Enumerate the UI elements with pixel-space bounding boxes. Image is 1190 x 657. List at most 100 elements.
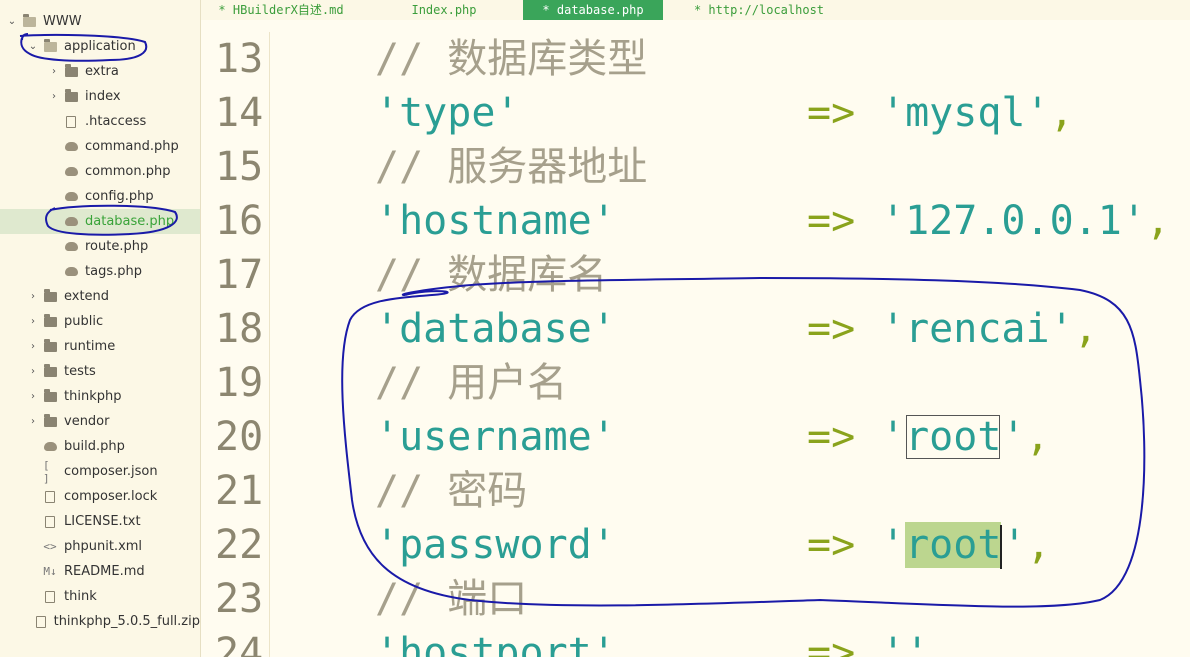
tree-item-index[interactable]: › index bbox=[0, 84, 200, 109]
line-number: 19 bbox=[215, 360, 264, 406]
code-line[interactable]: 19 // 用户名 bbox=[201, 356, 1190, 410]
code-comment: // 端口 bbox=[375, 576, 528, 622]
tree-item-label: LICENSE.txt bbox=[64, 514, 141, 529]
tree-item-license-txt[interactable]: LICENSE.txt bbox=[0, 509, 200, 534]
code-editor[interactable]: 13// 数据库类型 14'type' =>'mysql', 15// 服务器地址 16… bbox=[201, 20, 1190, 657]
tree-item-label: route.php bbox=[85, 239, 149, 254]
tree-item-application[interactable]: ⌄ application bbox=[0, 34, 200, 59]
quote-close: ' bbox=[1001, 414, 1026, 460]
file-icon-shape bbox=[66, 115, 76, 128]
json-file-icon: [ ] bbox=[43, 459, 57, 485]
tab-hbuilderx-readme[interactable]: * HBuilderX自述.md bbox=[201, 0, 361, 20]
folder-open-icon bbox=[22, 13, 36, 29]
config-key: 'password' bbox=[375, 522, 616, 568]
tree-item-database-php[interactable]: database.php bbox=[0, 209, 200, 234]
folder-icon-shape bbox=[43, 388, 57, 402]
tab-localhost[interactable]: * http://localhost bbox=[679, 0, 839, 20]
tree-item-thinkphp-5-0-5-full-zip[interactable]: thinkphp_5.0.5_full.zip bbox=[0, 609, 200, 634]
match-highlight: root bbox=[905, 414, 1002, 460]
arrow-operator: => bbox=[807, 522, 856, 568]
code-line[interactable]: 24 'hostport' => '' bbox=[201, 626, 1190, 657]
code-comment: // 密码 bbox=[375, 468, 528, 514]
folder-icon bbox=[43, 313, 57, 329]
comma: , bbox=[1073, 306, 1098, 352]
tree-item-think[interactable]: think bbox=[0, 584, 200, 609]
chevron-right-icon[interactable]: › bbox=[27, 366, 39, 377]
code-line[interactable]: 16 'hostname' => '127.0.0.1', bbox=[201, 194, 1190, 248]
tree-item-public[interactable]: › public bbox=[0, 309, 200, 334]
code-line[interactable]: 20 'username' => 'root', bbox=[201, 410, 1190, 464]
code-line[interactable]: 21 // 密码 bbox=[201, 464, 1190, 518]
tree-item-www[interactable]: ⌄ WWW bbox=[0, 9, 200, 34]
code-line[interactable]: 22 'password' => 'root', bbox=[201, 518, 1190, 572]
tree-item-runtime[interactable]: › runtime bbox=[0, 334, 200, 359]
chevron-down-icon[interactable]: ⌄ bbox=[6, 16, 18, 27]
folder-icon-shape bbox=[43, 313, 57, 327]
chevron-right-icon[interactable]: › bbox=[27, 291, 39, 302]
folder-icon bbox=[64, 63, 78, 79]
config-value: '127.0.0.1', bbox=[881, 194, 1170, 248]
value-text: '127.0.0.1' bbox=[881, 198, 1146, 244]
tree-item-common-php[interactable]: common.php bbox=[0, 159, 200, 184]
tree-item-extend[interactable]: › extend bbox=[0, 284, 200, 309]
line-number: 15 bbox=[215, 144, 264, 190]
code-line[interactable]: 15 // 服务器地址 bbox=[201, 140, 1190, 194]
chevron-down-icon[interactable]: ⌄ bbox=[27, 41, 39, 52]
chevron-right-icon[interactable]: › bbox=[27, 391, 39, 402]
tree-item-phpunit-xml[interactable]: <> phpunit.xml bbox=[0, 534, 200, 559]
config-value: 'mysql', bbox=[881, 86, 1074, 140]
php-file-icon-shape bbox=[64, 242, 78, 251]
code-comment: // 数据库名 bbox=[375, 252, 608, 298]
code-line[interactable]: 23 // 端口 bbox=[201, 572, 1190, 626]
code-line[interactable]: 17 // 数据库名 bbox=[201, 248, 1190, 302]
file-icon bbox=[35, 615, 46, 629]
tree-item-route-php[interactable]: route.php bbox=[0, 234, 200, 259]
code-comment: // 数据库类型 bbox=[375, 36, 648, 82]
tree-item-command-php[interactable]: command.php bbox=[0, 134, 200, 159]
config-value: '' bbox=[881, 626, 929, 657]
file-icon bbox=[43, 515, 57, 529]
tree-item-extra[interactable]: › extra bbox=[0, 59, 200, 84]
tree-item-label: common.php bbox=[85, 164, 171, 179]
chevron-right-icon[interactable]: › bbox=[48, 91, 60, 102]
tree-item-label: WWW bbox=[43, 14, 82, 29]
tree-item-label: public bbox=[64, 314, 104, 329]
tab-index-php[interactable]: Index.php bbox=[389, 0, 499, 20]
tree-item-thinkphp[interactable]: › thinkphp bbox=[0, 384, 200, 409]
value-text: '' bbox=[881, 630, 930, 657]
tree-item-composer-lock[interactable]: composer.lock bbox=[0, 484, 200, 509]
php-file-icon-shape bbox=[64, 217, 78, 226]
comma: , bbox=[1145, 198, 1170, 244]
line-number: 24 bbox=[215, 630, 264, 657]
tree-item-readme-md[interactable]: M↓ README.md bbox=[0, 559, 200, 584]
php-file-icon-shape bbox=[64, 142, 78, 151]
chevron-right-icon[interactable]: › bbox=[27, 341, 39, 352]
php-file-icon bbox=[64, 165, 78, 179]
code-line[interactable]: 18 'database' => 'rencai', bbox=[201, 302, 1190, 356]
selected-text: root bbox=[905, 522, 1002, 568]
php-file-icon-shape bbox=[43, 442, 57, 451]
arrow-operator: => bbox=[807, 198, 856, 244]
php-file-icon bbox=[64, 265, 78, 279]
tree-item-label: runtime bbox=[64, 339, 116, 354]
tree-item-label: index bbox=[85, 89, 121, 104]
tree-item-composer-json[interactable]: [ ] composer.json bbox=[0, 459, 200, 485]
code-line[interactable]: 13 // 数据库类型 bbox=[201, 32, 1190, 86]
markdown-file-icon: M↓ bbox=[43, 565, 57, 579]
tree-item-vendor[interactable]: › vendor bbox=[0, 409, 200, 434]
folder-open-icon-shape bbox=[22, 13, 36, 27]
tab-database-php[interactable]: * database.php bbox=[523, 0, 663, 20]
chevron-right-icon[interactable]: › bbox=[27, 316, 39, 327]
tree-item-config-php[interactable]: config.php bbox=[0, 184, 200, 209]
tree-item--htaccess[interactable]: .htaccess bbox=[0, 109, 200, 134]
tree-item-build-php[interactable]: build.php bbox=[0, 434, 200, 459]
tree-item-tags-php[interactable]: tags.php bbox=[0, 259, 200, 284]
php-file-icon bbox=[43, 440, 57, 454]
file-icon-shape bbox=[35, 615, 46, 628]
code-line[interactable]: 14 'type' => 'mysql', bbox=[201, 86, 1190, 140]
tree-item-label: command.php bbox=[85, 139, 179, 154]
chevron-right-icon[interactable]: › bbox=[48, 66, 60, 77]
comma: , bbox=[1049, 90, 1074, 136]
chevron-right-icon[interactable]: › bbox=[27, 416, 39, 427]
tree-item-tests[interactable]: › tests bbox=[0, 359, 200, 384]
